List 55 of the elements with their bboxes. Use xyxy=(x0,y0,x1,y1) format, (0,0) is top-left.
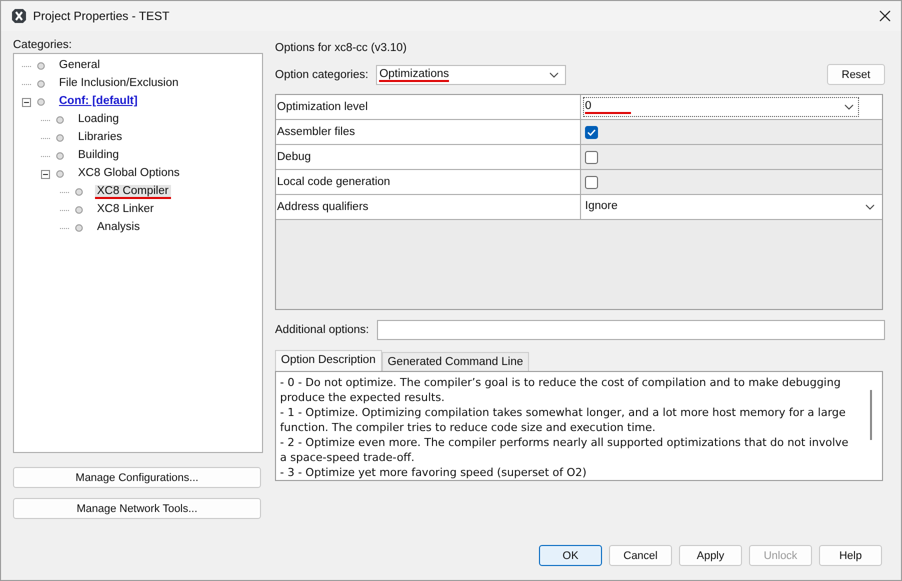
description-text: - 3 - Optimize yet more favoring speed (superset of O2) xyxy=(280,465,588,480)
reset-button[interactable]: Reset xyxy=(827,64,885,85)
node-bullet-icon xyxy=(56,134,64,142)
dialog-button[interactable]: Help xyxy=(819,545,882,566)
node-bullet-icon xyxy=(37,80,45,88)
checkbox[interactable] xyxy=(585,126,598,138)
node-bullet-icon xyxy=(56,170,64,178)
tab[interactable]: Generated Command Line xyxy=(382,352,530,371)
dialog-button[interactable]: OK xyxy=(539,545,602,566)
option-value-dropdown[interactable]: Ignore xyxy=(582,196,881,218)
checkbox[interactable] xyxy=(585,176,598,188)
option-categories-label: Option categories: xyxy=(275,68,368,80)
checkbox[interactable] xyxy=(585,150,598,164)
node-bullet-icon xyxy=(56,152,64,160)
options-heading: Options for xc8-cc (v3.10) xyxy=(275,42,408,54)
option-name-cell: Optimization level xyxy=(276,95,581,119)
tree-item[interactable]: File Inclusion/Exclusion xyxy=(57,77,181,91)
collapse-icon[interactable] xyxy=(22,98,31,106)
additional-options-label: Additional options: xyxy=(275,324,369,336)
option-name-cell: Address qualifiers xyxy=(276,195,581,219)
caret-icon xyxy=(549,72,560,78)
categories-label: Categories: xyxy=(13,39,73,51)
node-bullet-icon xyxy=(75,224,83,232)
tree-item[interactable]: Libraries xyxy=(76,131,124,145)
close-icon[interactable] xyxy=(879,10,891,22)
additional-options-field[interactable] xyxy=(376,320,885,340)
node-bullet-icon xyxy=(56,116,64,124)
caret-icon xyxy=(865,204,875,210)
tree-item[interactable]: Analysis xyxy=(95,221,142,235)
tree-item[interactable]: XC8 Linker xyxy=(95,203,156,217)
caret-icon xyxy=(844,104,854,110)
node-bullet-icon xyxy=(75,206,83,214)
description-text: - 1 - Optimize. Optimizing compilation takes somewhat longer, and a lot more host memory for a large function. The compiler tries to reduce code size and execution time. xyxy=(280,405,847,435)
tab[interactable]: Option Description xyxy=(275,350,382,371)
node-bullet-icon xyxy=(37,98,45,106)
manage-button[interactable]: Manage Network Tools... xyxy=(13,498,261,519)
category-dropdown[interactable]: Optimizations xyxy=(376,64,566,84)
tree-item[interactable]: XC8 Compiler xyxy=(95,185,171,199)
collapse-icon[interactable] xyxy=(41,170,50,178)
manage-button[interactable]: Manage Configurations... xyxy=(13,467,261,488)
tree-item[interactable]: XC8 Global Options xyxy=(76,167,182,181)
scrollbar-thumb[interactable] xyxy=(870,390,872,440)
app-logo-icon xyxy=(11,8,27,24)
tree-item[interactable]: Building xyxy=(76,149,121,163)
dialog-button[interactable]: Cancel xyxy=(609,545,672,566)
window-title: Project Properties - TEST xyxy=(33,9,170,23)
description-text: - 0 - Do not optimize. The compiler’s goal is to reduce the cost of compilation and to make debugging produce the expected results. xyxy=(280,375,842,405)
dialog-button[interactable]: Apply xyxy=(679,545,742,566)
tree-item[interactable]: Conf: [default] xyxy=(57,95,140,109)
node-bullet-icon xyxy=(75,188,83,196)
tree-item[interactable]: General xyxy=(57,59,102,73)
description-text: - 2 - Optimize even more. The compiler performs nearly all supported optimizations that do not involve a space-speed trade-off. xyxy=(280,435,850,465)
node-bullet-icon xyxy=(37,62,45,70)
tree-item[interactable]: Loading xyxy=(76,113,121,127)
option-value-dropdown[interactable]: 0 xyxy=(582,96,860,118)
